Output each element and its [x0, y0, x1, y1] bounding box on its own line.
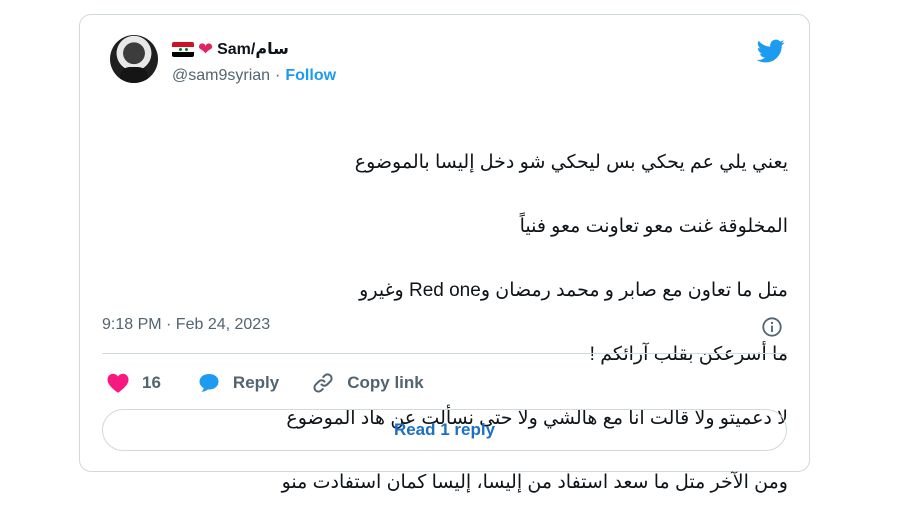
follow-button[interactable]: Follow — [285, 67, 336, 85]
tweet-timestamp[interactable]: 9:18 PM · Feb 24, 2023 — [102, 316, 270, 334]
info-icon[interactable] — [761, 316, 783, 338]
tweet-line: ومن الآخر متل ما سعد استفاد من إليسا، إل… — [281, 472, 788, 493]
author-name-row[interactable]: ❤ Sam/سام — [172, 39, 289, 59]
user-handle[interactable]: @sam9syrian — [172, 67, 270, 85]
separator-dot: · — [275, 67, 281, 84]
avatar[interactable] — [110, 35, 158, 83]
action-bar: 16 Reply Copy link — [106, 370, 424, 396]
reply-bubble-icon — [199, 374, 219, 392]
reply-label: Reply — [232, 373, 280, 392]
read-replies-button[interactable]: Read 1 reply — [102, 409, 787, 451]
like-count: 16 — [142, 373, 161, 392]
tweet-card: ❤ Sam/سام @sam9syrian · Follow يعني يلي … — [79, 14, 810, 493]
red-heart-emoji-icon: ❤ — [198, 39, 214, 59]
copy-link-label: Copy link — [347, 373, 424, 392]
display-name[interactable]: Sam/سام — [217, 39, 289, 59]
syria-flag-icon — [172, 41, 194, 57]
twitter-bird-icon[interactable] — [755, 37, 787, 65]
tweet-line: المخلوقة غنت معو تعاونت معو فنياً — [519, 216, 788, 237]
like-button[interactable]: 16 — [106, 371, 161, 395]
reply-button[interactable]: Reply — [197, 371, 279, 395]
link-icon — [313, 373, 333, 393]
handle-row: @sam9syrian · Follow — [172, 67, 336, 85]
heart-icon — [107, 373, 129, 393]
tweet-line: يعني يلي عم يحكي بس ليحكي شو دخل إليسا ب… — [354, 152, 788, 173]
tweet-line: ما أسرعكن بقلب آرائكم ! — [589, 344, 788, 365]
divider — [102, 353, 787, 354]
tweet-line: متل ما تعاون مع صابر و محمد رمضان وRed o… — [359, 280, 788, 301]
copy-link-button[interactable]: Copy link — [311, 371, 424, 395]
